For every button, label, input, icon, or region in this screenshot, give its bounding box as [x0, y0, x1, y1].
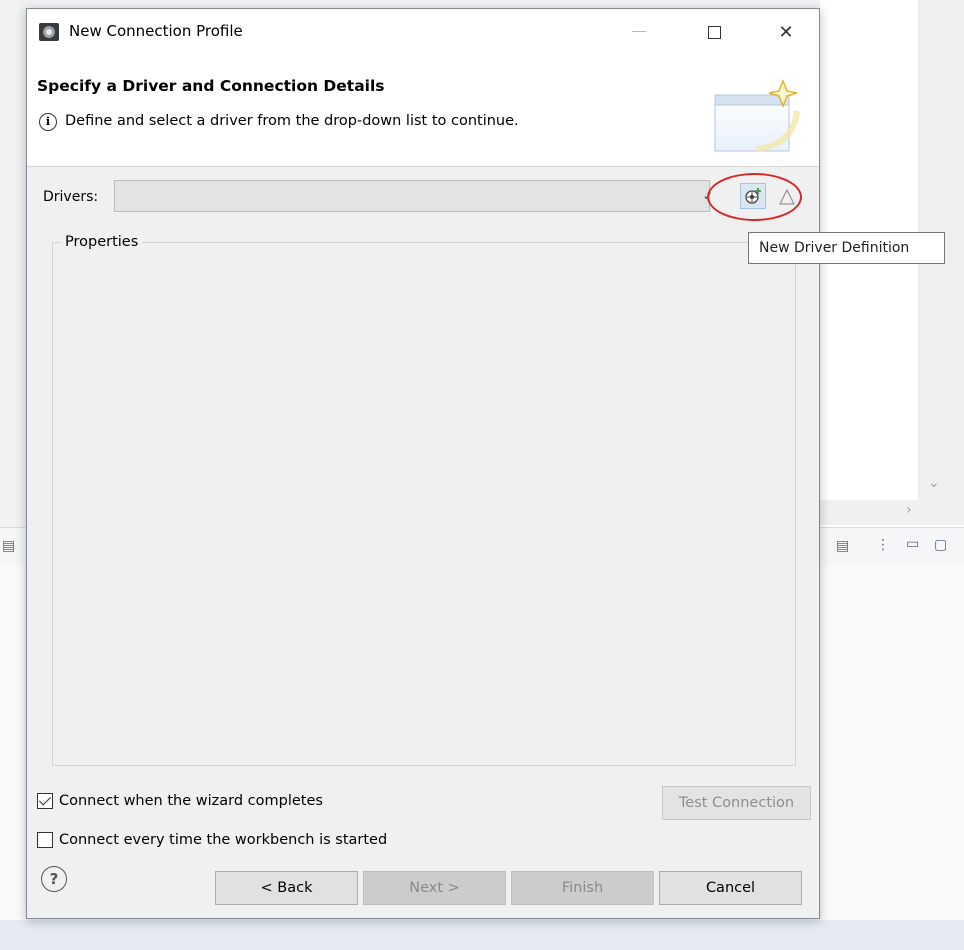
scroll-down-icon[interactable]: ⌄	[928, 475, 940, 491]
drivers-label: Drivers:	[43, 189, 99, 205]
info-icon: i	[39, 113, 57, 131]
chevron-down-icon[interactable]: ✓	[703, 189, 713, 203]
header-message: Define and select a driver from the drop…	[65, 113, 519, 129]
window-title: New Connection Profile	[69, 22, 243, 40]
finish-button[interactable]: Finish	[511, 871, 654, 905]
save-view-icon[interactable]: ▤	[836, 538, 849, 554]
maximize-button[interactable]	[692, 15, 736, 49]
connect-on-startup-checkbox[interactable]	[37, 832, 53, 848]
scroll-right-icon[interactable]: ›	[906, 502, 912, 518]
eclipse-connection-icon	[39, 23, 59, 41]
view-menu-icon[interactable]: ⋮	[876, 537, 890, 553]
cancel-button[interactable]: Cancel	[659, 871, 802, 905]
next-button[interactable]: Next >	[363, 871, 506, 905]
status-strip	[0, 920, 964, 950]
maximize-view-icon[interactable]: ▢	[934, 537, 947, 553]
new-driver-tooltip: New Driver Definition	[748, 232, 945, 264]
connect-on-complete-checkbox[interactable]	[37, 793, 53, 809]
wizard-header: Specify a Driver and Connection Details …	[27, 53, 819, 167]
horizontal-scrollbar[interactable]: ›	[820, 500, 964, 525]
minimize-button[interactable]	[617, 15, 661, 49]
close-icon: ✕	[778, 21, 794, 43]
connect-on-startup-label: Connect every time the workbench is star…	[59, 832, 388, 848]
new-connection-profile-dialog: New Connection Profile ✕ Specify a Drive…	[26, 8, 820, 919]
minimize-icon	[632, 31, 646, 32]
minimize-view-icon[interactable]: ▭	[906, 536, 919, 552]
connect-on-complete-row[interactable]: Connect when the wizard completes	[37, 793, 323, 809]
edit-driver-button[interactable]	[775, 185, 799, 209]
view-icon[interactable]: ▤	[2, 538, 15, 554]
properties-group	[52, 242, 796, 766]
triangle-icon	[778, 188, 796, 205]
connect-on-complete-label: Connect when the wizard completes	[59, 793, 323, 809]
back-button[interactable]: < Back	[215, 871, 358, 905]
connect-on-startup-row[interactable]: Connect every time the workbench is star…	[37, 832, 387, 848]
page-title: Specify a Driver and Connection Details	[37, 77, 385, 95]
new-driver-definition-button[interactable]	[740, 183, 766, 209]
properties-label: Properties	[61, 234, 143, 250]
drivers-dropdown[interactable]	[114, 180, 710, 212]
close-button[interactable]: ✕	[764, 15, 808, 49]
maximize-icon	[707, 25, 721, 39]
wizard-banner-icon	[714, 78, 800, 152]
help-button[interactable]: ?	[41, 866, 67, 892]
test-connection-button[interactable]: Test Connection	[662, 786, 811, 820]
new-driver-icon	[745, 188, 761, 204]
title-bar: New Connection Profile ✕	[27, 9, 819, 53]
